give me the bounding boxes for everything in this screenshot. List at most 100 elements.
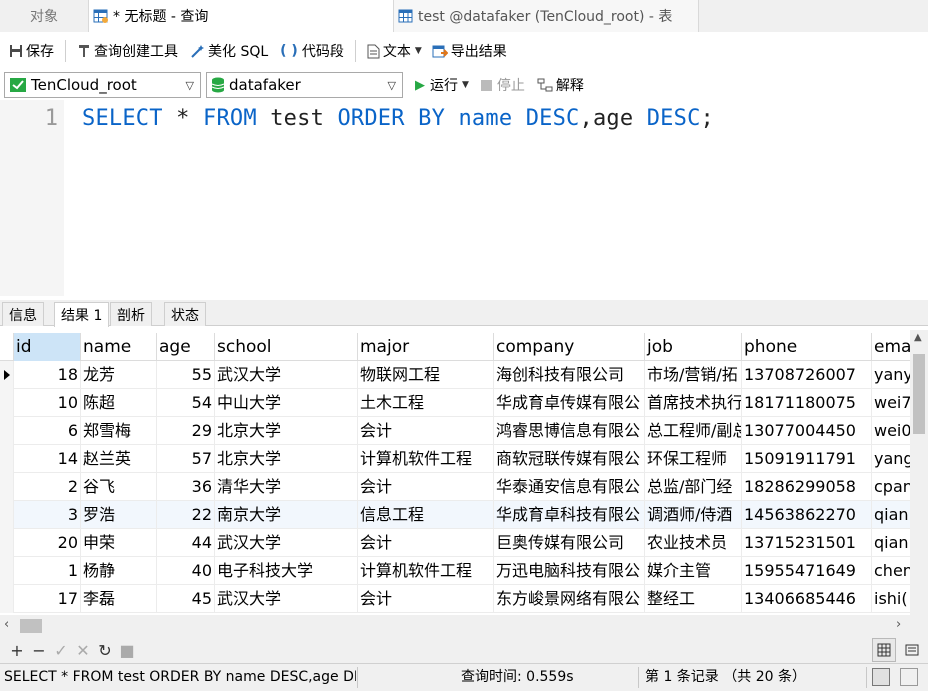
database-select[interactable]: datafaker ▽ — [206, 72, 403, 98]
add-record-icon[interactable]: + — [6, 641, 28, 660]
table-row[interactable]: 14 赵兰英 57 北京大学 计算机软件工程 商软冠联传媒有限公 环保工程师 15091911… — [0, 445, 914, 473]
cell-name[interactable]: 龙芳 — [80, 361, 156, 389]
stop-button[interactable]: 停止 — [480, 75, 525, 95]
run-button[interactable]: ▶ 运行 ▼ — [415, 75, 469, 95]
cell-name[interactable]: 罗浩 — [80, 501, 156, 529]
cell-name[interactable]: 谷飞 — [80, 473, 156, 501]
row-selector[interactable] — [0, 585, 13, 613]
scroll-up-icon[interactable]: ▲ — [914, 332, 922, 343]
cell-job[interactable]: 总工程师/副总 — [644, 417, 741, 445]
cell-name[interactable]: 李磊 — [80, 585, 156, 613]
cell-school[interactable]: 武汉大学 — [214, 585, 357, 613]
sql-code-line[interactable]: SELECT * FROM test ORDER BY name DESC,ag… — [82, 106, 714, 131]
cell-school[interactable]: 电子科技大学 — [214, 557, 357, 585]
stop-icon[interactable]: ■ — [116, 641, 138, 660]
table-row[interactable]: 17 李磊 45 武汉大学 会计 东方峻景网络有限公 整经工 13406685446 ishi( — [0, 585, 910, 613]
cell-id[interactable]: 14 — [13, 445, 80, 473]
cell-major[interactable]: 计算机软件工程 — [357, 557, 493, 585]
cell-school[interactable]: 武汉大学 — [214, 529, 357, 557]
cell-age[interactable]: 22 — [156, 501, 214, 529]
cell-phone[interactable]: 14563862270 — [741, 501, 871, 529]
grid-view-button[interactable] — [872, 638, 896, 662]
cell-phone[interactable]: 18286299058 — [741, 473, 871, 501]
cell-company[interactable]: 万迅电脑科技有限公 — [493, 557, 644, 585]
cell-job[interactable]: 市场/营销/拓 — [644, 361, 741, 389]
table-row[interactable]: 10 陈超 54 中山大学 土木工程 华成育卓传媒有限公 首席技术执行 18171180075… — [0, 389, 912, 417]
column-header-company[interactable]: company — [493, 333, 644, 361]
cell-id[interactable]: 17 — [13, 585, 80, 613]
cell-job[interactable]: 总监/部门经 — [644, 473, 741, 501]
column-header-job[interactable]: job — [644, 333, 741, 361]
cell-age[interactable]: 36 — [156, 473, 214, 501]
cell-major[interactable]: 会计 — [357, 529, 493, 557]
cell-job[interactable]: 首席技术执行 — [644, 389, 741, 417]
cell-major[interactable]: 会计 — [357, 473, 493, 501]
row-selector[interactable] — [0, 361, 13, 389]
table-row[interactable]: 3 罗浩 22 南京大学 信息工程 华成育卓科技有限公 调酒师/侍酒 14563862270 q… — [0, 501, 910, 529]
cell-phone[interactable]: 13406685446 — [741, 585, 871, 613]
delete-record-icon[interactable]: − — [28, 641, 50, 660]
code-snippet-button[interactable]: ( ) 代码段 — [277, 37, 347, 65]
tab-result-1[interactable]: 结果 1 — [54, 302, 110, 327]
tab-query[interactable]: * 无标题 - 查询 — [88, 0, 394, 32]
cell-age[interactable]: 45 — [156, 585, 214, 613]
cell-company[interactable]: 华泰通安信息有限公 — [493, 473, 644, 501]
cell-phone[interactable]: 13715231501 — [741, 529, 871, 557]
cell-phone[interactable]: 13708726007 — [741, 361, 871, 389]
cell-age[interactable]: 55 — [156, 361, 214, 389]
cell-age[interactable]: 29 — [156, 417, 214, 445]
cell-name[interactable]: 郑雪梅 — [80, 417, 156, 445]
cell-phone[interactable]: 15091911791 — [741, 445, 871, 473]
cell-id[interactable]: 3 — [13, 501, 80, 529]
row-selector[interactable] — [0, 501, 13, 529]
cell-job[interactable]: 整经工 — [644, 585, 741, 613]
cell-age[interactable]: 54 — [156, 389, 214, 417]
cell-school[interactable]: 南京大学 — [214, 501, 357, 529]
result-grid[interactable]: id name age school major company job phone ema 1… — [0, 327, 928, 615]
cell-id[interactable]: 2 — [13, 473, 80, 501]
text-mode-dropdown-icon[interactable]: ▼ — [415, 46, 422, 56]
table-row[interactable]: 20 申荣 44 武汉大学 会计 巨奥传媒有限公司 农业技术员 13715231501 qian — [0, 529, 910, 557]
run-dropdown-icon[interactable]: ▼ — [462, 80, 469, 90]
cell-phone[interactable]: 18171180075 — [741, 389, 871, 417]
table-row[interactable]: 1 杨静 40 电子科技大学 计算机软件工程 万迅电脑科技有限公 媒介主管 159554716… — [0, 557, 913, 585]
cell-job[interactable]: 媒介主管 — [644, 557, 741, 585]
apply-changes-icon[interactable]: ✓ — [50, 641, 72, 660]
table-row[interactable]: 18 龙芳 55 武汉大学 物联网工程 海创科技有限公司 市场/营销/拓 1370872600… — [0, 361, 913, 389]
cell-phone[interactable]: 15955471649 — [741, 557, 871, 585]
cell-company[interactable]: 东方峻景网络有限公 — [493, 585, 644, 613]
row-selector[interactable] — [0, 445, 13, 473]
refresh-icon[interactable]: ↻ — [94, 641, 116, 660]
column-header-id[interactable]: id — [13, 333, 80, 361]
cell-age[interactable]: 40 — [156, 557, 214, 585]
cell-job[interactable]: 农业技术员 — [644, 529, 741, 557]
cell-id[interactable]: 20 — [13, 529, 80, 557]
cell-job[interactable]: 调酒师/侍酒 — [644, 501, 741, 529]
cell-job[interactable]: 环保工程师 — [644, 445, 741, 473]
cell-major[interactable]: 计算机软件工程 — [357, 445, 493, 473]
cell-id[interactable]: 18 — [13, 361, 80, 389]
column-header-name[interactable]: name — [80, 333, 156, 361]
vertical-scrollbar[interactable]: ▲ — [910, 330, 928, 615]
cell-major[interactable]: 信息工程 — [357, 501, 493, 529]
sql-editor[interactable]: 1 SELECT * FROM test ORDER BY name DESC,… — [0, 100, 928, 296]
cell-school[interactable]: 中山大学 — [214, 389, 357, 417]
cell-school[interactable]: 清华大学 — [214, 473, 357, 501]
cell-company[interactable]: 华成育卓传媒有限公 — [493, 389, 644, 417]
row-selector[interactable] — [0, 389, 13, 417]
grid-view-status-icon[interactable] — [872, 668, 890, 686]
horizontal-scroll-thumb[interactable] — [20, 619, 42, 633]
connection-select[interactable]: TenCloud_root ▽ — [4, 72, 201, 98]
row-selector[interactable] — [0, 417, 13, 445]
discard-changes-icon[interactable]: ✕ — [72, 641, 94, 660]
query-builder-button[interactable]: 查询创建工具 — [74, 37, 181, 65]
text-mode-button[interactable]: 文本 ▼ — [364, 37, 425, 65]
cell-school[interactable]: 北京大学 — [214, 445, 357, 473]
tab-status[interactable]: 状态 — [164, 302, 206, 326]
cell-company[interactable]: 商软冠联传媒有限公 — [493, 445, 644, 473]
cell-company[interactable]: 华成育卓科技有限公 — [493, 501, 644, 529]
cell-company[interactable]: 巨奥传媒有限公司 — [493, 529, 644, 557]
scroll-right-icon[interactable]: › — [896, 617, 901, 632]
cell-age[interactable]: 57 — [156, 445, 214, 473]
cell-name[interactable]: 申荣 — [80, 529, 156, 557]
